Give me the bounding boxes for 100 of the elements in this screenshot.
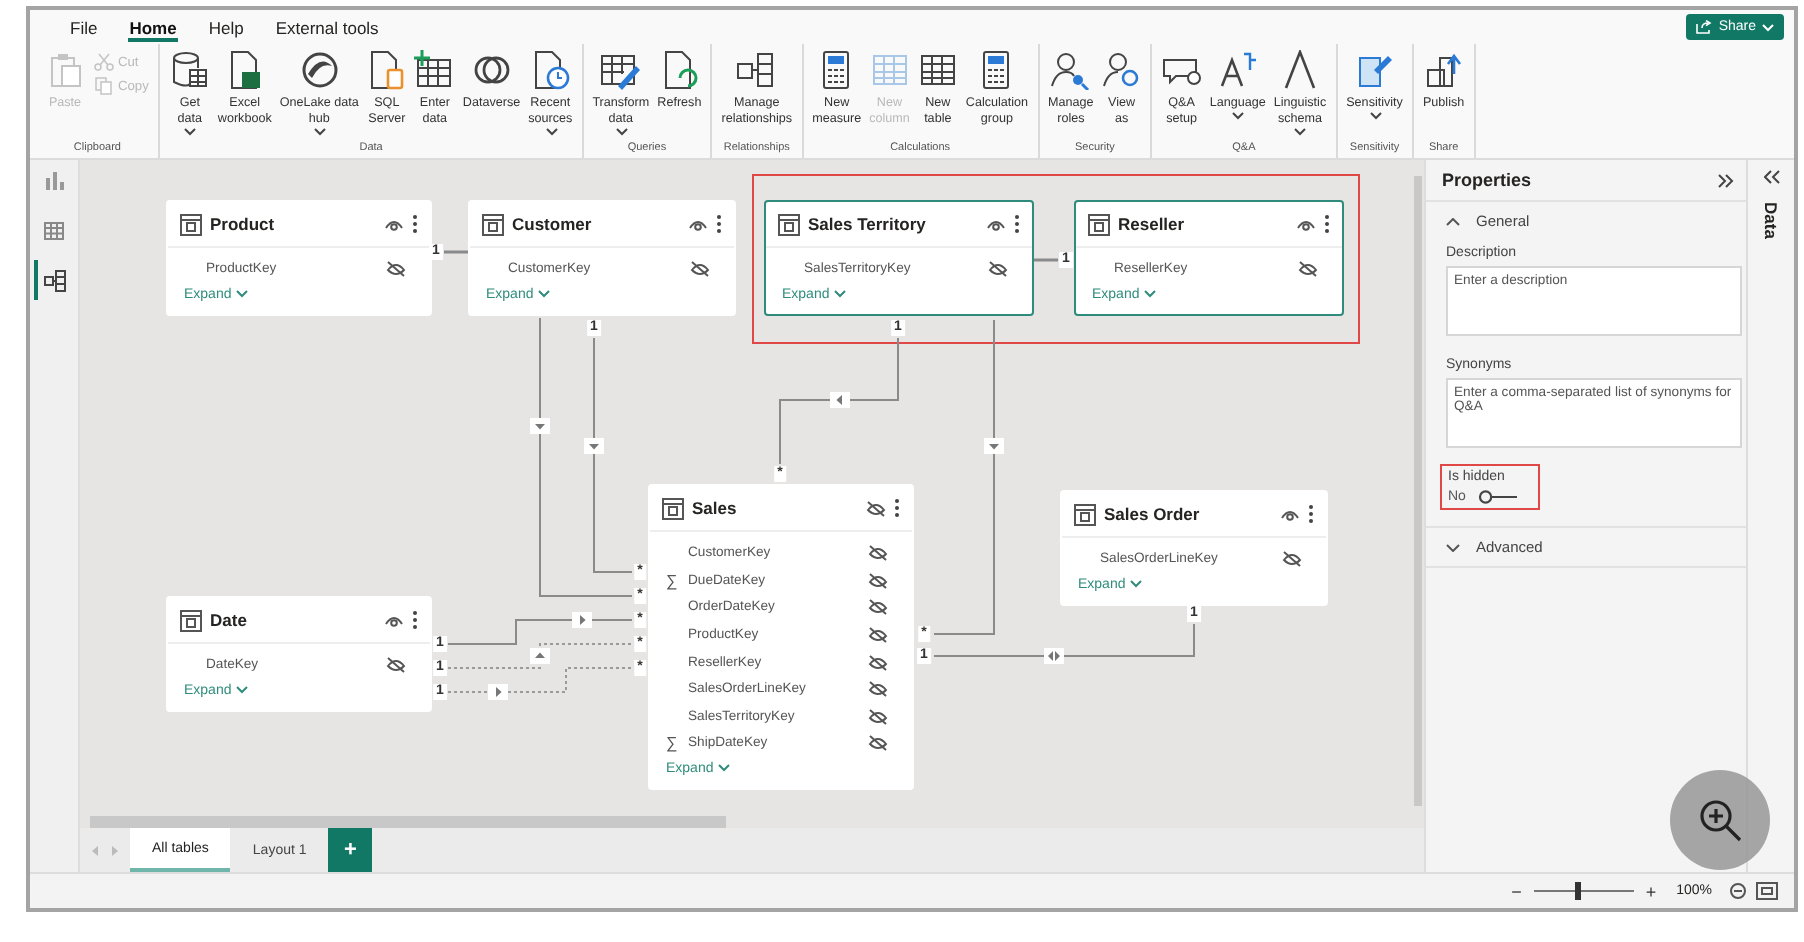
more-icon[interactable]: [1014, 214, 1020, 234]
chevron-icon: [1129, 580, 1142, 589]
eye-slash-icon[interactable]: [868, 707, 888, 726]
eye-slash-icon[interactable]: [1298, 260, 1318, 279]
table-icon: [778, 213, 800, 235]
expand-icon[interactable]: [1763, 170, 1779, 184]
chevron-icon: [1446, 217, 1460, 225]
more-icon[interactable]: [412, 214, 418, 234]
eye-slash-icon[interactable]: [690, 260, 710, 279]
eye-slash-icon[interactable]: [868, 544, 888, 563]
chevron-icon: [184, 128, 197, 136]
zoom-in-button[interactable]: +: [1641, 881, 1661, 901]
eye-slash-icon[interactable]: [868, 598, 888, 617]
table-name: Sales: [692, 498, 739, 518]
table-icon: [180, 609, 202, 631]
more-icon[interactable]: [1308, 504, 1314, 524]
scrollbar[interactable]: [1410, 160, 1424, 814]
eye-slash-icon[interactable]: [988, 260, 1008, 279]
table-plus-icon: [414, 50, 455, 90]
sigma-symbol: ∑: [666, 734, 678, 753]
sigma-symbol: ∑: [666, 571, 678, 590]
table-icon: [1074, 503, 1096, 525]
document-refresh-icon: [659, 50, 700, 90]
eye-icon[interactable]: [384, 217, 404, 231]
fit-page-icon[interactable]: [1728, 882, 1748, 900]
copy-icon: [94, 76, 114, 96]
eye-slash-icon[interactable]: [868, 626, 888, 645]
collapse-icon[interactable]: [1718, 173, 1734, 187]
eye-icon[interactable]: [986, 217, 1006, 231]
zoom-in-icon: [1698, 798, 1742, 842]
chevron-icon: [1143, 290, 1156, 299]
table-icon: [662, 497, 684, 519]
menu-tab[interactable]: External tools: [259, 10, 395, 44]
bar-chart-icon: [45, 171, 63, 189]
relationship-line[interactable]: [530, 317, 633, 597]
eye-icon[interactable]: [688, 217, 708, 231]
chevron-icon: [1369, 112, 1382, 120]
table-icon: [482, 213, 504, 235]
label-icon: [1354, 50, 1395, 90]
document-clock-icon: [530, 50, 571, 90]
chevron-icon: [1762, 23, 1774, 31]
pane-title: Properties: [1442, 170, 1532, 190]
eye-icon[interactable]: [384, 613, 404, 627]
clipboard-icon: [45, 50, 85, 90]
menu-tab[interactable]: Help: [192, 10, 260, 44]
table-name: Customer: [512, 214, 594, 234]
scrollbar[interactable]: [80, 814, 1424, 828]
chevron-icon: [833, 290, 846, 299]
table-icon: [44, 221, 64, 239]
relationship-line[interactable]: [933, 623, 1195, 664]
chevron-icon: [717, 764, 730, 773]
eye-slash-icon[interactable]: [386, 260, 406, 279]
relationship-line[interactable]: [779, 337, 899, 465]
chevron-icon: [615, 128, 628, 136]
scissors-icon: [94, 52, 114, 72]
fit-screen-icon[interactable]: [1756, 882, 1778, 900]
eye-icon[interactable]: [1296, 217, 1316, 231]
more-icon[interactable]: [894, 498, 900, 518]
chevron-icon: [545, 128, 558, 136]
relationship-line[interactable]: [447, 612, 633, 645]
eye-slash-icon[interactable]: [868, 680, 888, 699]
chevron-icon: [1294, 128, 1307, 136]
database-icon: [169, 50, 210, 90]
relationship-line[interactable]: [933, 319, 1004, 635]
table-name: Date: [210, 610, 249, 630]
more-icon[interactable]: [716, 214, 722, 234]
toggle-switch[interactable]: [1477, 490, 1518, 504]
menu-tab[interactable]: Home: [113, 10, 193, 44]
eye-slash-icon[interactable]: [868, 734, 888, 753]
pane-title[interactable]: Data: [1761, 202, 1781, 239]
eye-slash-icon[interactable]: [1282, 550, 1302, 569]
relationship-line[interactable]: [447, 643, 633, 669]
eye-slash-icon[interactable]: [866, 499, 886, 517]
more-icon[interactable]: [1324, 214, 1330, 234]
model-icon: [43, 269, 65, 291]
share-icon: [1696, 20, 1713, 34]
chevron-icon: [1446, 543, 1460, 551]
table-icon: [917, 50, 958, 90]
chevron-icon: [314, 128, 327, 136]
menu-tab[interactable]: File: [54, 10, 114, 44]
table-icon: [869, 50, 910, 90]
eye-icon[interactable]: [1280, 507, 1300, 521]
table-icon: [180, 213, 202, 235]
zoom-out-button[interactable]: −: [1507, 881, 1526, 901]
diagram-icon: [736, 50, 777, 90]
relationship-line[interactable]: [447, 667, 633, 700]
chevron-icon: [235, 686, 248, 695]
eye-slash-icon[interactable]: [868, 653, 888, 672]
table-icon: [1088, 213, 1110, 235]
publish-icon: [1423, 50, 1464, 90]
relationship-line[interactable]: [584, 337, 633, 573]
table-name: Sales Order: [1104, 504, 1202, 524]
table-name: Sales Territory: [808, 214, 928, 234]
eye-slash-icon[interactable]: [386, 656, 406, 675]
add-layout-button[interactable]: +: [328, 828, 373, 872]
document-icon: [366, 50, 407, 90]
more-icon[interactable]: [412, 610, 418, 630]
table-pencil-icon: [600, 50, 641, 90]
table-name: Reseller: [1118, 214, 1187, 234]
eye-slash-icon[interactable]: [868, 571, 888, 590]
